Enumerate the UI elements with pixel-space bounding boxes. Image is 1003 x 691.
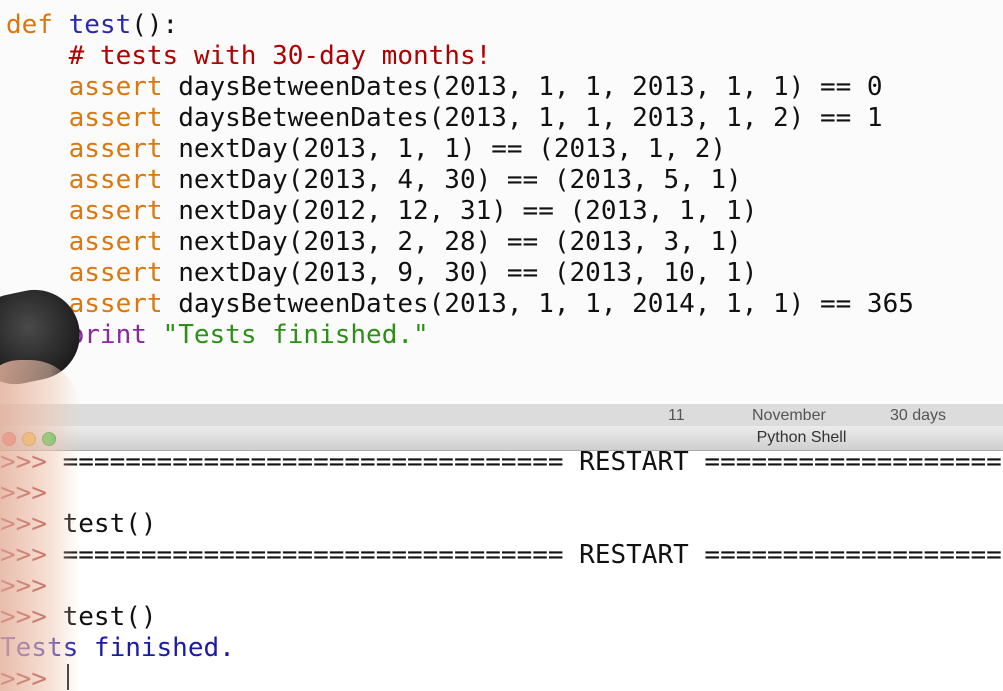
shell-line: >>> ================================ RES… — [0, 451, 1003, 478]
window-title: Python Shell — [756, 429, 847, 446]
code-token: def — [6, 10, 69, 40]
code-token: nextDay(2013, 9, 30) == (2013, 10, 1) — [178, 258, 758, 288]
code-token: test — [68, 10, 132, 40]
code-line: assert daysBetweenDates(2013, 1, 1, 2013… — [6, 72, 883, 103]
code-token: # tests with 30-day months! — [6, 41, 492, 71]
code-token: (): — [131, 10, 179, 40]
code-line: # tests with 30-day months! — [6, 41, 492, 72]
shell-input: ================================ RESTART… — [62, 540, 1003, 570]
code-token: assert — [6, 72, 179, 102]
code-line: assert nextDay(2013, 1, 1) == (2013, 1, … — [6, 134, 726, 165]
code-line: assert daysBetweenDates(2013, 1, 1, 2013… — [6, 103, 883, 134]
background-text: November — [752, 407, 826, 424]
code-token: nextDay(2013, 4, 30) == (2013, 5, 1) — [178, 165, 742, 195]
code-token: nextDay(2013, 2, 28) == (2013, 3, 1) — [178, 227, 742, 257]
shell-titlebar[interactable]: Python Shell — [0, 426, 1003, 451]
code-token: assert — [6, 227, 179, 257]
background-text: 30 days — [890, 407, 947, 424]
code-token: nextDay(2012, 12, 31) == (2013, 1, 1) — [178, 196, 758, 226]
python-shell[interactable]: >>> ================================ RES… — [0, 451, 1003, 691]
code-line: assert nextDay(2013, 4, 30) == (2013, 5,… — [6, 165, 742, 196]
code-line: def test(): — [6, 10, 178, 41]
code-token: daysBetweenDates(2013, 1, 1, 2014, 1, 1)… — [178, 289, 914, 319]
code-editor[interactable]: def test(): # tests with 30-day months! … — [0, 0, 1003, 418]
code-token: assert — [6, 196, 179, 226]
code-token: nextDay(2013, 1, 1) == (2013, 1, 2) — [178, 134, 727, 164]
code-line: assert nextDay(2013, 2, 28) == (2013, 3,… — [6, 227, 742, 258]
code-line: assert nextDay(2013, 9, 30) == (2013, 10… — [6, 258, 758, 289]
code-line: assert daysBetweenDates(2013, 1, 1, 2014… — [6, 289, 914, 320]
background-window-strip: 11 November 30 days — [0, 404, 1003, 426]
code-token: assert — [6, 134, 179, 164]
code-token: assert — [6, 258, 179, 288]
code-token: "Tests finished." — [162, 320, 429, 350]
code-token: assert — [6, 165, 179, 195]
shell-input: ================================ RESTART… — [62, 451, 1003, 477]
code-token: daysBetweenDates(2013, 1, 1, 2013, 1, 2)… — [178, 103, 883, 133]
code-token: daysBetweenDates(2013, 1, 1, 2013, 1, 1)… — [178, 72, 883, 102]
shell-line: >>> ================================ RES… — [0, 540, 1003, 571]
background-text: 11 — [668, 407, 685, 424]
code-line: assert nextDay(2012, 12, 31) == (2013, 1… — [6, 196, 758, 227]
presenter-hand — [0, 360, 80, 691]
code-token: assert — [6, 103, 179, 133]
